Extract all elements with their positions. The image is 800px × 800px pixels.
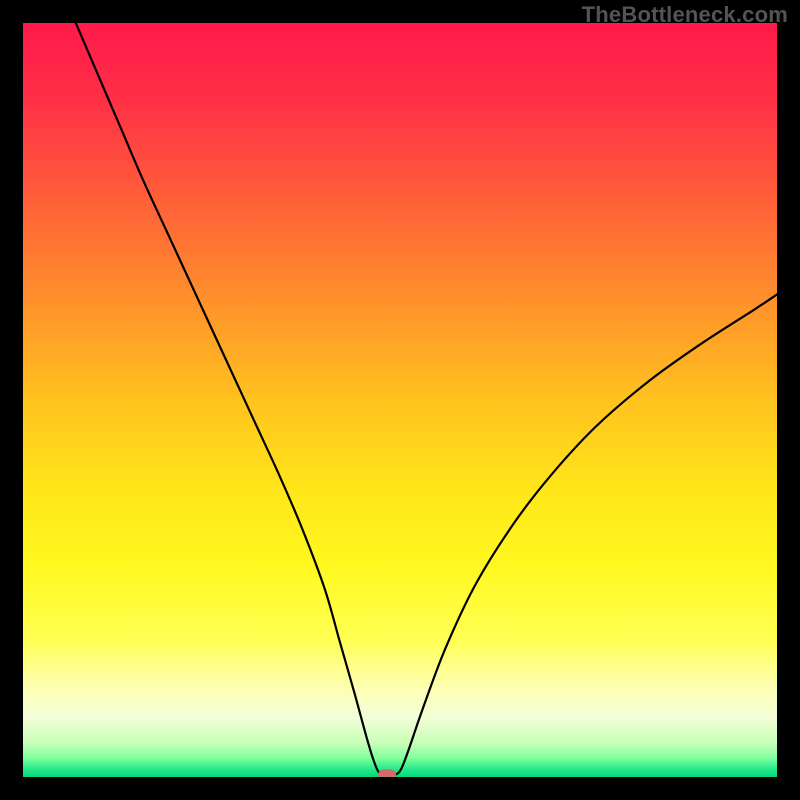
watermark-text: TheBottleneck.com [582, 2, 788, 28]
gradient-background [23, 23, 777, 777]
chart-frame: TheBottleneck.com [0, 0, 800, 800]
plot-area [23, 23, 777, 777]
bottleneck-chart-svg [23, 23, 777, 777]
